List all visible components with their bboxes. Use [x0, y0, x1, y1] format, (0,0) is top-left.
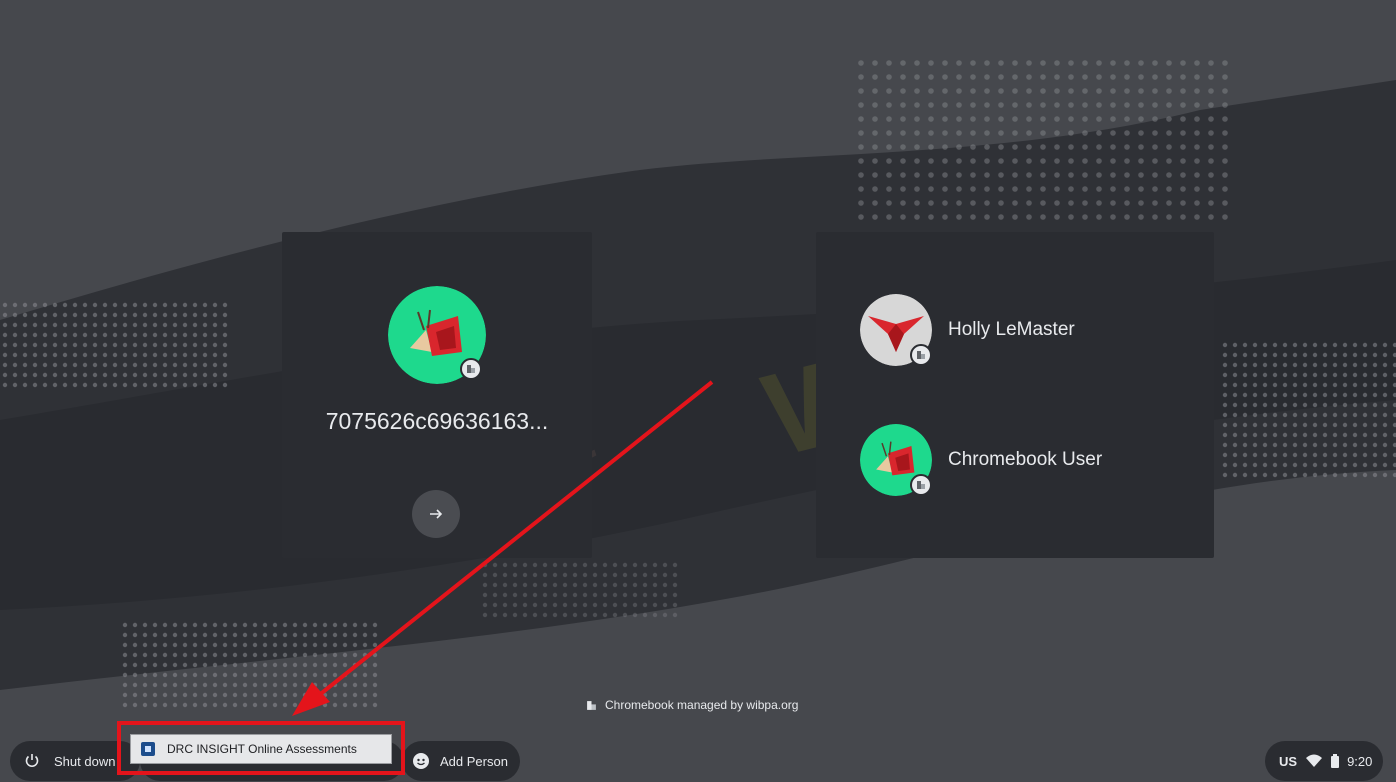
apps-menu-item-drc-insight[interactable]: DRC INSIGHT Online Assessments — [130, 734, 392, 764]
status-tray[interactable]: US 9:20 — [1265, 741, 1383, 781]
clock: 9:20 — [1347, 753, 1373, 769]
apps-menu-item-label: DRC INSIGHT Online Assessments — [167, 742, 357, 756]
keyboard-layout-indicator: US — [1279, 753, 1298, 769]
managed-badge-icon — [460, 358, 482, 380]
primary-user-card: 7075626c69636163... — [282, 232, 592, 558]
shutdown-label: Shut down — [54, 753, 116, 769]
managed-notice: Chromebook managed by wibpa.org — [586, 698, 798, 712]
add-person-label: Add Person — [440, 753, 508, 769]
primary-user-avatar[interactable] — [388, 286, 486, 384]
user-row-chromebook-user[interactable]: Chromebook User — [860, 420, 1102, 500]
wifi-icon — [1306, 754, 1323, 767]
power-icon — [25, 754, 39, 768]
add-person-icon — [413, 753, 429, 769]
user-row-holly[interactable]: Holly LeMaster — [860, 290, 1075, 370]
sign-in-arrow-button[interactable] — [412, 490, 460, 538]
user-name-label: Holly LeMaster — [948, 319, 1075, 340]
managed-notice-text: Chromebook managed by wibpa.org — [605, 698, 799, 712]
arrow-right-icon — [430, 509, 443, 519]
battery-icon — [1331, 754, 1340, 768]
building-icon — [587, 700, 596, 710]
user-name-label: Chromebook User — [948, 449, 1103, 470]
drc-insight-app-icon — [141, 742, 155, 756]
user-list-card: Holly LeMaster Chromebook User — [816, 232, 1214, 558]
managed-badge-icon — [910, 474, 932, 496]
user-avatar — [860, 294, 932, 366]
primary-user-name: 7075626c69636163... — [325, 408, 549, 434]
add-person-button[interactable]: Add Person — [402, 741, 520, 781]
user-avatar — [860, 424, 932, 496]
shutdown-button[interactable]: Shut down — [10, 741, 140, 781]
managed-badge-icon — [910, 344, 932, 366]
